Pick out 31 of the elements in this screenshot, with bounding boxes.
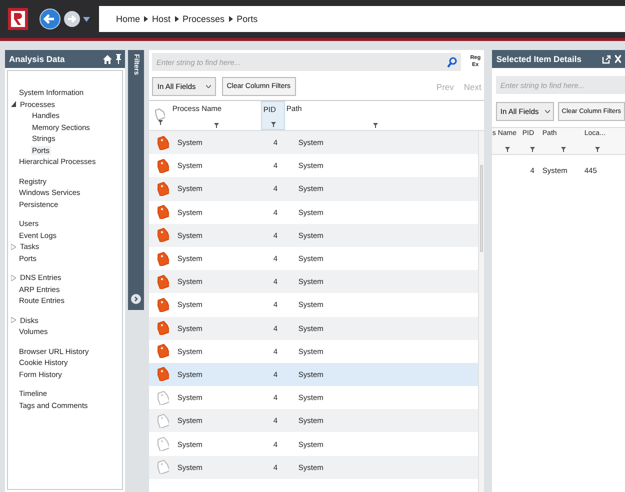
filter-icon[interactable] <box>270 122 276 127</box>
pin-icon[interactable] <box>116 54 121 64</box>
expand-icon[interactable] <box>131 294 142 304</box>
expander-icon[interactable] <box>11 101 16 108</box>
filter-icon[interactable] <box>504 147 510 152</box>
forward-icon[interactable] <box>64 9 80 29</box>
back-icon[interactable] <box>39 8 61 30</box>
caret-icon <box>206 85 211 88</box>
filter-icon[interactable] <box>594 147 600 152</box>
popout-icon[interactable] <box>602 54 611 64</box>
tag-icon <box>155 108 166 120</box>
app-logo-icon[interactable] <box>8 8 28 30</box>
chevron-icon <box>174 16 179 22</box>
breadcrumb-item[interactable]: Processes <box>182 14 225 24</box>
breadcrumb-item[interactable]: Host <box>152 14 171 24</box>
filter-icon[interactable] <box>372 123 378 128</box>
caret-icon <box>544 110 550 113</box>
filter-icon[interactable] <box>560 147 566 152</box>
breadcrumb-item[interactable]: Home <box>116 14 140 24</box>
scrollbar[interactable] <box>478 131 484 492</box>
chevron-icon <box>144 16 148 22</box>
home-icon[interactable] <box>102 54 112 64</box>
close-icon[interactable] <box>615 55 621 63</box>
chevron-icon <box>228 16 233 22</box>
breadcrumb-item[interactable]: Ports <box>236 14 258 24</box>
filter-icon[interactable] <box>530 147 535 152</box>
panel-title: Analysis Data <box>9 54 66 64</box>
caret-icon[interactable] <box>83 16 90 22</box>
filter-icon[interactable] <box>214 123 219 128</box>
search-icon[interactable] <box>447 57 458 68</box>
panel-title: Selected Item Details <box>496 54 582 64</box>
